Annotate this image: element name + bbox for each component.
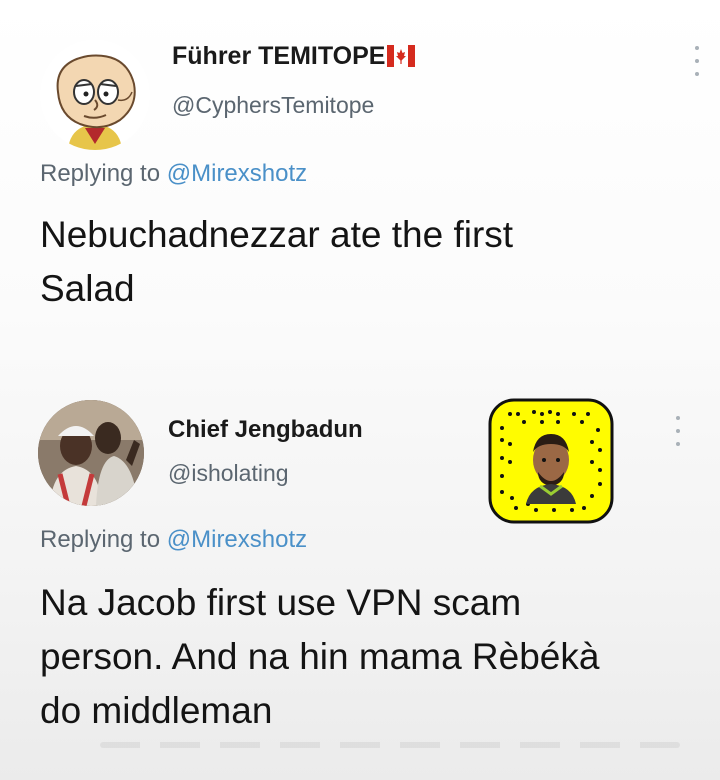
tweet-text-line: Salad [40,268,135,309]
display-name[interactable]: Führer TEMITOPE [172,42,416,71]
display-name[interactable]: Chief Jengbadun [168,416,363,444]
dot-icon [695,72,699,76]
replying-to-label: Replying to [40,160,161,187]
dot-icon [676,442,680,446]
replying-to-line: Replying to @Mirexshotz [40,526,307,554]
dot-icon [676,416,680,420]
tweet-card[interactable]: Führer TEMITOPE @CyphersTemitope Replyin… [0,0,720,340]
snapchat-snapcode-icon[interactable] [488,398,614,524]
tweet-text: Nebuchadnezzar ate the first Salad [40,208,680,316]
more-options-button[interactable] [692,46,702,76]
cut-off-text-line [100,742,680,748]
dot-icon [695,59,699,63]
canada-flag-icon [387,45,416,67]
tweet-text-line: do middleman [40,690,273,731]
tweet-text-line: Nebuchadnezzar ate the first [40,214,514,255]
tweet-text-line: Na Jacob first use VPN scam [40,582,522,623]
username-handle[interactable]: @isholating [168,460,289,487]
more-options-button[interactable] [673,416,683,446]
dot-icon [695,46,699,50]
avatar[interactable] [40,40,150,150]
replying-to-label: Replying to [40,526,161,553]
display-name-text: Führer TEMITOPE [172,42,386,70]
avatar[interactable] [38,400,144,506]
replying-to-line: Replying to @Mirexshotz [40,160,307,188]
dot-icon [676,429,680,433]
mention-link[interactable]: @Mirexshotz [167,160,307,187]
cartoon-avatar-icon [40,40,150,150]
tweet-card[interactable]: Chief Jengbadun @isholating Replying to … [0,380,720,780]
username-handle[interactable]: @CyphersTemitope [172,92,374,119]
tweet-text: Na Jacob first use VPN scam person. And … [40,576,700,738]
mention-link[interactable]: @Mirexshotz [167,526,307,553]
tweet-text-line: person. And na hin mama Rèbékà [40,636,600,677]
photo-avatar-icon [38,400,144,506]
